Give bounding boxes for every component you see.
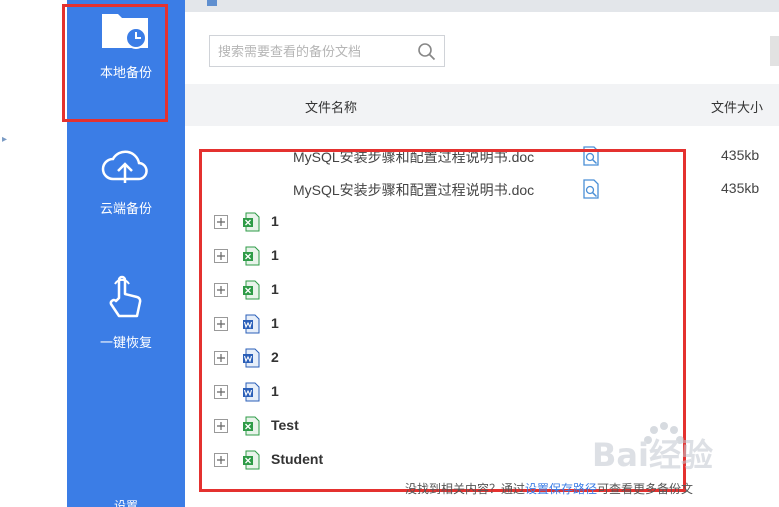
excel-file-icon — [242, 246, 260, 266]
expand-icon[interactable] — [214, 249, 228, 263]
preview-icon[interactable] — [582, 146, 600, 166]
left-edge-strip: ▸ — [0, 0, 67, 507]
folder-name: Test — [271, 417, 299, 433]
table-row[interactable]: MySQL安装步骤和配置过程说明书.doc 435kb — [185, 142, 779, 170]
search-box — [209, 35, 445, 67]
preview-icon[interactable] — [582, 179, 600, 199]
expand-icon[interactable] — [214, 283, 228, 297]
expand-icon[interactable] — [214, 419, 228, 433]
column-header-size[interactable]: 文件大小 — [711, 97, 763, 116]
list-item[interactable]: 1 — [185, 209, 779, 235]
file-name: MySQL安装步骤和配置过程说明书.doc — [293, 149, 535, 165]
folder-name: 1 — [271, 247, 279, 263]
app-window: ▸ 本地备份 云端备份 一键恢复 设置 搜索需要查看的备份文档 文件名称 文件大… — [0, 0, 779, 507]
excel-file-icon — [242, 280, 260, 300]
sidebar-item-local-backup[interactable]: 本地备份 — [67, 0, 185, 118]
sidebar: 本地备份 云端备份 一键恢复 设置 — [67, 0, 185, 507]
sidebar-item-settings[interactable]: 设置 — [67, 493, 185, 507]
main-panel: 文件名称 文件大小 MySQL安装步骤和配置过程说明书.doc 435kb My… — [185, 0, 779, 507]
expand-icon[interactable] — [214, 385, 228, 399]
list-item[interactable]: Student — [185, 447, 779, 473]
folder-name: 1 — [271, 213, 279, 229]
file-name: MySQL安装步骤和配置过程说明书.doc — [293, 182, 535, 198]
word-file-icon — [242, 348, 260, 368]
list-item[interactable]: 1 — [185, 243, 779, 269]
list-item[interactable]: Test — [185, 413, 779, 439]
folder-clock-icon — [100, 8, 150, 50]
sidebar-item-cloud-backup[interactable]: 云端备份 — [67, 140, 185, 230]
list-item[interactable]: 2 — [185, 345, 779, 371]
search-icon[interactable] — [417, 42, 437, 62]
sidebar-item-label: 一键恢复 — [99, 335, 152, 350]
search-input[interactable] — [210, 36, 410, 66]
top-toolbar-strip — [185, 0, 779, 12]
table-header: 文件名称 文件大小 — [185, 84, 779, 126]
sidebar-item-label: 设置 — [113, 499, 138, 507]
folder-name: 1 — [271, 315, 279, 331]
list-item[interactable]: 1 — [185, 311, 779, 337]
word-file-icon — [242, 382, 260, 402]
expand-icon[interactable] — [214, 351, 228, 365]
list-item[interactable]: 1 — [185, 277, 779, 303]
sidebar-item-label: 云端备份 — [99, 201, 152, 216]
chevron-down-icon[interactable]: ▸ — [2, 134, 7, 145]
sidebar-item-one-click-restore[interactable]: 一键恢复 — [67, 268, 185, 358]
checkbox[interactable] — [207, 0, 217, 6]
folder-name: Student — [271, 451, 324, 467]
word-file-icon — [242, 314, 260, 334]
column-header-name[interactable]: 文件名称 — [305, 97, 357, 116]
footer-hint-suffix: 可查看更多备份文 — [597, 482, 694, 496]
folder-name: 2 — [271, 349, 279, 365]
footer-hint-link[interactable]: 设置保存路径 — [525, 482, 597, 496]
expand-icon[interactable] — [214, 215, 228, 229]
folder-name: 1 — [271, 383, 279, 399]
excel-file-icon — [242, 450, 260, 470]
expand-icon[interactable] — [214, 317, 228, 331]
expand-icon[interactable] — [214, 453, 228, 467]
file-size: 435kb — [721, 147, 760, 163]
toolbar-button-stub[interactable] — [770, 36, 779, 66]
footer-hint-prefix: 没找到相关内容？通过 — [405, 482, 526, 496]
excel-file-icon — [242, 212, 260, 232]
hand-pointer-icon — [105, 274, 145, 322]
sidebar-item-label: 本地备份 — [99, 65, 152, 80]
file-size: 435kb — [721, 180, 760, 196]
footer-hint: 没找到相关内容？通过设置保存路径可查看更多备份文 — [405, 480, 693, 497]
excel-file-icon — [242, 416, 260, 436]
folder-name: 1 — [271, 281, 279, 297]
list-item[interactable]: 1 — [185, 379, 779, 405]
table-row[interactable]: MySQL安装步骤和配置过程说明书.doc 435kb — [185, 175, 779, 203]
cloud-upload-icon — [101, 145, 149, 189]
